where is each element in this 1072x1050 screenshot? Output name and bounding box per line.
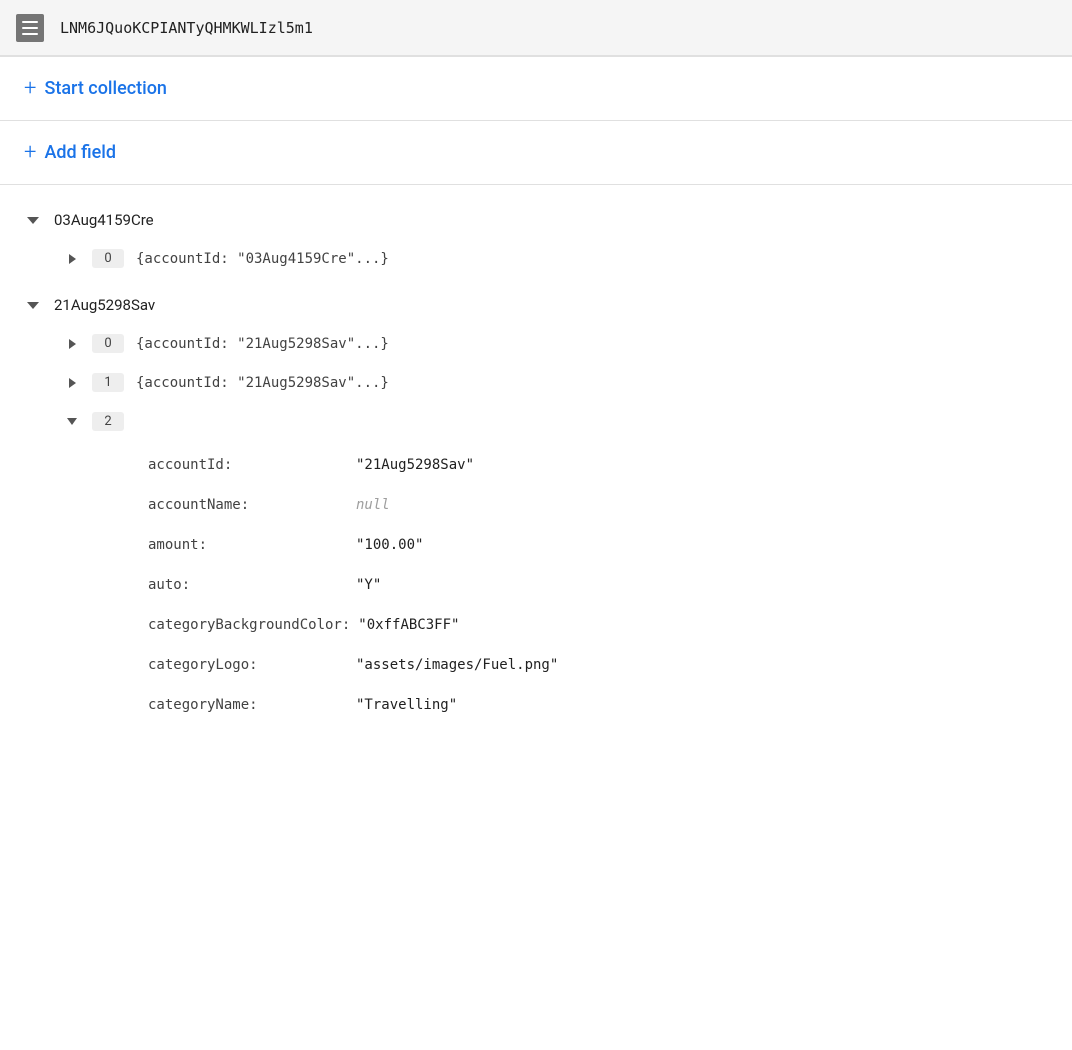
doc-chevron-03Aug4159Cre-0 <box>64 251 80 267</box>
doc-index-21Aug5298Sav-2: 2 <box>92 412 124 431</box>
start-collection-row[interactable]: + Start collection <box>0 57 1072 121</box>
doc-preview-03Aug4159Cre-0: {accountId: "03Aug4159Cre"...} <box>136 251 389 267</box>
doc-row-03Aug4159Cre-0[interactable]: 0 {accountId: "03Aug4159Cre"...} <box>48 239 1072 278</box>
add-field-row[interactable]: + Add field <box>0 121 1072 185</box>
header-bar: LNM6JQuoKCPIANTyQHMKWLIzl5m1 <box>0 0 1072 56</box>
field-value-5: "assets/images/Fuel.png" <box>356 657 558 673</box>
collections-content: 03Aug4159Cre 0 {accountId: "03Aug4159Cre".… <box>0 185 1072 749</box>
field-row-6: categoryName: "Travelling" <box>148 685 1072 725</box>
doc-preview-21Aug5298Sav-1: {accountId: "21Aug5298Sav"...} <box>136 375 389 391</box>
collection-header-21Aug5298Sav[interactable]: 21Aug5298Sav <box>0 286 1072 324</box>
doc-list-21Aug5298Sav: 0 {accountId: "21Aug5298Sav"...} 1 {account… <box>0 324 1072 733</box>
add-field-plus-icon: + <box>24 142 36 164</box>
doc-preview-21Aug5298Sav-0: {accountId: "21Aug5298Sav"...} <box>136 336 389 352</box>
collection-03Aug4159Cre: 03Aug4159Cre 0 {accountId: "03Aug4159Cre".… <box>0 201 1072 278</box>
chevron-03Aug4159Cre <box>24 211 42 229</box>
field-key-4: categoryBackgroundColor: <box>148 617 350 633</box>
start-collection-plus-icon: + <box>24 78 36 100</box>
collection-name-21Aug5298Sav: 21Aug5298Sav <box>54 296 155 314</box>
collection-header-03Aug4159Cre[interactable]: 03Aug4159Cre <box>0 201 1072 239</box>
field-row-3: auto: "Y" <box>148 565 1072 605</box>
doc-index-21Aug5298Sav-0: 0 <box>92 334 124 353</box>
field-value-0: "21Aug5298Sav" <box>356 457 474 473</box>
chevron-21Aug5298Sav <box>24 296 42 314</box>
doc-index-03Aug4159Cre-0: 0 <box>92 249 124 268</box>
field-row-4: categoryBackgroundColor: "0xffABC3FF" <box>148 605 1072 645</box>
collection-21Aug5298Sav: 21Aug5298Sav 0 {accountId: "21Aug5298Sav".… <box>0 286 1072 733</box>
add-field-label[interactable]: Add field <box>44 142 116 163</box>
doc-row-21Aug5298Sav-0[interactable]: 0 {accountId: "21Aug5298Sav"...} <box>48 324 1072 363</box>
field-value-1: null <box>356 497 390 513</box>
header-title: LNM6JQuoKCPIANTyQHMKWLIzl5m1 <box>60 19 313 37</box>
field-value-4: "0xffABC3FF" <box>358 617 459 633</box>
doc-chevron-21Aug5298Sav-0 <box>64 336 80 352</box>
collection-name-03Aug4159Cre: 03Aug4159Cre <box>54 211 154 229</box>
field-row-2: amount: "100.00" <box>148 525 1072 565</box>
field-key-6: categoryName: <box>148 697 348 713</box>
start-collection-label[interactable]: Start collection <box>44 78 167 99</box>
doc-index-21Aug5298Sav-1: 1 <box>92 373 124 392</box>
field-row-5: categoryLogo: "assets/images/Fuel.png" <box>148 645 1072 685</box>
field-key-1: accountName: <box>148 497 348 513</box>
doc-row-21Aug5298Sav-2[interactable]: 2 <box>48 402 1072 441</box>
field-key-2: amount: <box>148 537 348 553</box>
menu-icon[interactable] <box>16 14 44 42</box>
field-row-1: accountName: null <box>148 485 1072 525</box>
field-key-5: categoryLogo: <box>148 657 348 673</box>
field-value-6: "Travelling" <box>356 697 457 713</box>
doc-chevron-21Aug5298Sav-2 <box>64 414 80 430</box>
field-value-3: "Y" <box>356 577 381 593</box>
field-value-2: "100.00" <box>356 537 423 553</box>
doc-list-03Aug4159Cre: 0 {accountId: "03Aug4159Cre"...} <box>0 239 1072 278</box>
doc-row-21Aug5298Sav-1[interactable]: 1 {accountId: "21Aug5298Sav"...} <box>48 363 1072 402</box>
doc-chevron-21Aug5298Sav-1 <box>64 375 80 391</box>
field-key-0: accountId: <box>148 457 348 473</box>
doc-expanded-21Aug5298Sav-2: accountId: "21Aug5298Sav" accountName: null… <box>48 441 1072 733</box>
field-row-0: accountId: "21Aug5298Sav" <box>148 445 1072 485</box>
field-key-3: auto: <box>148 577 348 593</box>
